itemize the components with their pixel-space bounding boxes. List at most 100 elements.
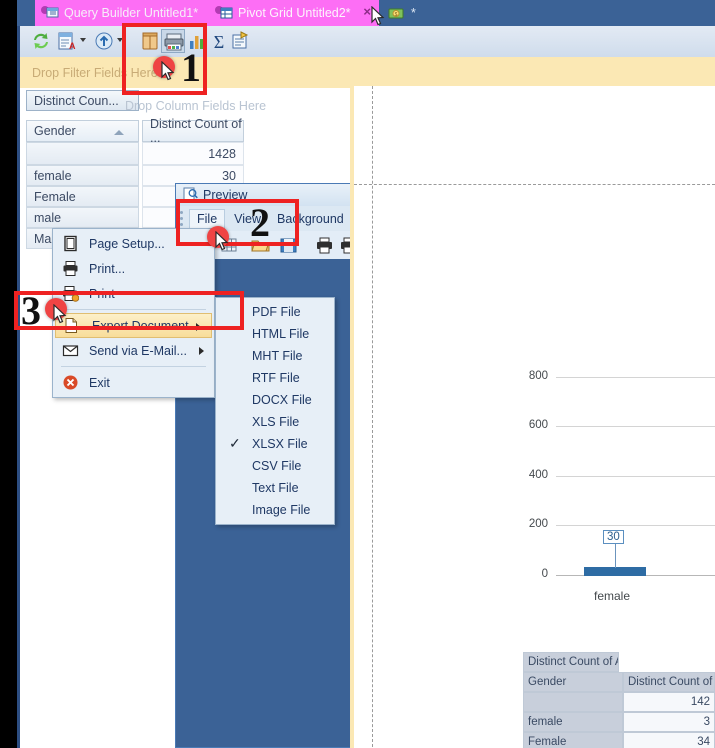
print-icon bbox=[62, 260, 79, 277]
menu-item-send-email[interactable]: Send via E-Mail... bbox=[53, 338, 214, 363]
table-cell-label: Female bbox=[523, 732, 623, 748]
submenu-item-label: Image File bbox=[252, 503, 311, 517]
pivot-row-field-label: Gender bbox=[34, 124, 76, 138]
column-drop-hint: Drop Column Fields Here bbox=[125, 99, 267, 113]
submenu-item-mht[interactable]: MHT File bbox=[216, 345, 334, 367]
chart-gridline bbox=[556, 476, 715, 477]
tab-label: * bbox=[411, 6, 416, 20]
annotation-number-1: 1 bbox=[181, 45, 201, 90]
tab-third[interactable]: $ * bbox=[382, 0, 442, 26]
pivot-row-value[interactable]: 1428 bbox=[142, 142, 244, 165]
submenu-item-xls[interactable]: XLS File bbox=[216, 411, 334, 433]
submenu-arrow-icon bbox=[199, 347, 204, 355]
submenu-item-label: PDF File bbox=[252, 305, 301, 319]
upload-button[interactable] bbox=[92, 29, 116, 53]
cash-icon: $ bbox=[388, 5, 406, 21]
properties-button[interactable] bbox=[228, 29, 252, 53]
submenu-item-text[interactable]: Text File bbox=[216, 477, 334, 499]
application-window: Query Builder Untitled1* Pivot Grid Unti… bbox=[0, 0, 715, 748]
table-cell-value: 142 bbox=[623, 692, 715, 712]
svg-text:$: $ bbox=[395, 12, 398, 18]
chart-data-label: 30 bbox=[603, 530, 624, 544]
preview-bar-chart: 800 600 400 200 0 30 female bbox=[520, 355, 715, 615]
table-row: Female 34 bbox=[523, 732, 715, 748]
table-cell-value: 34 bbox=[623, 732, 715, 748]
table-title-cell: Distinct Count of Ac bbox=[523, 652, 619, 672]
refresh-button[interactable] bbox=[29, 29, 53, 53]
table-cell-label: female bbox=[523, 712, 623, 732]
submenu-item-xlsx[interactable]: ✓ XLSX File bbox=[216, 433, 334, 455]
menu-separator bbox=[61, 366, 206, 367]
chart-xtick-label: female bbox=[594, 589, 631, 603]
submenu-item-docx[interactable]: DOCX File bbox=[216, 389, 334, 411]
table-cell-label bbox=[523, 692, 623, 712]
export-pdf-dropdown-arrow[interactable] bbox=[80, 38, 86, 42]
pivot-row-label[interactable] bbox=[26, 142, 139, 165]
chart-ytick-label: 800 bbox=[528, 370, 548, 382]
submenu-item-label: DOCX File bbox=[252, 393, 312, 407]
cursor-pointer-tab bbox=[371, 6, 385, 26]
cursor-pointer-3 bbox=[53, 304, 67, 324]
submenu-item-label: RTF File bbox=[252, 371, 300, 385]
submenu-item-label: CSV File bbox=[252, 459, 302, 473]
svg-text:Σ: Σ bbox=[214, 32, 224, 52]
table-row: 142 bbox=[523, 692, 715, 712]
exit-icon bbox=[62, 374, 79, 391]
export-document-submenu: PDF File HTML File MHT File RTF File DOC… bbox=[215, 297, 335, 525]
pivot-row-label[interactable]: female bbox=[26, 165, 139, 186]
menu-item-label: Send via E-Mail... bbox=[89, 343, 187, 358]
menu-item-label: Page Setup... bbox=[89, 236, 165, 251]
chart-bar-female[interactable] bbox=[584, 567, 646, 576]
query-builder-icon bbox=[41, 5, 59, 21]
sort-ascending-icon[interactable] bbox=[114, 130, 124, 135]
submenu-item-csv[interactable]: CSV File bbox=[216, 455, 334, 477]
check-icon: ✓ bbox=[229, 435, 241, 451]
pivot-row-label[interactable]: male bbox=[26, 207, 139, 228]
preview-data-table: Distinct Count of Ac Gender Distinct Cou… bbox=[523, 652, 715, 748]
submenu-item-label: XLSX File bbox=[252, 437, 308, 451]
submenu-item-rtf[interactable]: RTF File bbox=[216, 367, 334, 389]
chart-gridline bbox=[556, 377, 715, 378]
pivot-value-header[interactable]: Distinct Count of ... bbox=[142, 117, 244, 145]
submenu-item-label: HTML File bbox=[252, 327, 310, 341]
table-header-row: Gender Distinct Count of A bbox=[523, 672, 715, 692]
tab-label: Pivot Grid Untitled2* bbox=[238, 6, 351, 20]
menu-item-print[interactable]: Print... bbox=[53, 256, 214, 281]
cursor-pointer-1 bbox=[161, 61, 175, 81]
chart-ytick-label: 200 bbox=[528, 518, 548, 530]
page-margin-guide-top bbox=[354, 184, 715, 185]
menu-item-label: Print... bbox=[89, 261, 126, 276]
table-row: Distinct Count of Ac bbox=[523, 652, 715, 672]
annotation-number-2: 2 bbox=[250, 200, 270, 245]
chart-ytick-label: 400 bbox=[528, 469, 548, 481]
cursor-pointer-2 bbox=[215, 231, 229, 251]
table-cell-value: 3 bbox=[623, 712, 715, 732]
submenu-item-label: MHT File bbox=[252, 349, 303, 363]
submenu-item-image[interactable]: Image File bbox=[216, 499, 334, 521]
pivot-grid-icon bbox=[215, 5, 233, 21]
tab-label: Query Builder Untitled1* bbox=[64, 6, 199, 20]
export-pdf-button[interactable]: A bbox=[55, 29, 79, 53]
annotation-box-2 bbox=[176, 199, 299, 246]
page-setup-icon bbox=[62, 235, 79, 252]
pivot-row-label[interactable]: Female bbox=[26, 186, 139, 207]
submenu-item-label: Text File bbox=[252, 481, 299, 495]
page-margin-guide-left bbox=[372, 86, 373, 748]
table-row: female 3 bbox=[523, 712, 715, 732]
svg-text:A: A bbox=[69, 41, 76, 51]
tab-pivot-grid[interactable]: Pivot Grid Untitled2* × bbox=[209, 0, 379, 26]
chart-label-leader bbox=[615, 542, 616, 568]
email-icon bbox=[62, 342, 79, 359]
table-column-header: Gender bbox=[523, 672, 623, 692]
print-icon[interactable] bbox=[315, 236, 334, 255]
screen-left-edge bbox=[0, 0, 17, 748]
chart-ytick-label: 600 bbox=[528, 419, 548, 431]
menu-item-exit[interactable]: Exit bbox=[53, 370, 214, 395]
chart-ytick-label: 0 bbox=[541, 568, 548, 580]
chart-gridline bbox=[556, 426, 715, 427]
annotation-number-3: 3 bbox=[21, 288, 41, 333]
table-column-header: Distinct Count of A bbox=[623, 672, 715, 692]
chart-gridline bbox=[556, 525, 715, 526]
pivot-row-field[interactable]: Gender bbox=[26, 120, 139, 142]
tab-close-icon[interactable]: × bbox=[363, 4, 371, 19]
